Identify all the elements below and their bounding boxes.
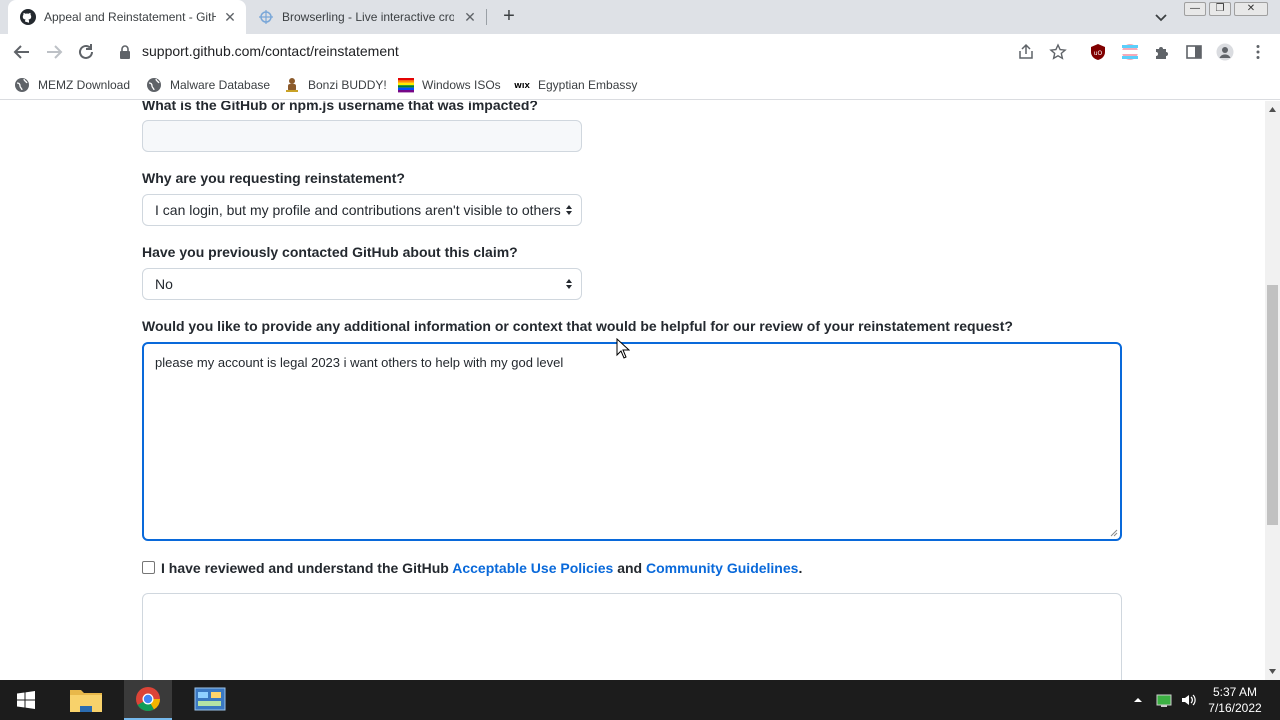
- tab-strip: Appeal and Reinstatement - GitHub ✕ Brow…: [0, 0, 1280, 34]
- select-arrows-icon: [566, 205, 572, 215]
- windows-taskbar: 5:37 AM 7/16/2022: [0, 680, 1280, 720]
- community-guidelines-link[interactable]: Community Guidelines: [646, 560, 798, 576]
- bookmark-label: MEMZ Download: [38, 78, 131, 92]
- wix-text: WIX: [514, 82, 530, 90]
- mouse-cursor-icon: [616, 338, 630, 359]
- policy-suffix: .: [798, 560, 803, 576]
- back-arrow-icon[interactable]: [11, 41, 33, 63]
- scroll-down-arrow-icon[interactable]: [1268, 667, 1277, 676]
- minimize-window-icon[interactable]: —: [1184, 2, 1206, 16]
- scroll-up-arrow-icon[interactable]: [1268, 105, 1277, 114]
- windows-start-icon: [17, 691, 35, 709]
- wix-icon: WIX: [514, 82, 530, 90]
- extensions-puzzle-icon[interactable]: [1153, 43, 1171, 61]
- tab-search-chevron-icon[interactable]: [1152, 8, 1170, 26]
- page-scrollbar[interactable]: [1265, 101, 1280, 680]
- bookmarks-bar: MEMZ Download Malware Database Bonzi BUD…: [0, 70, 1280, 100]
- file-explorer-icon: [70, 690, 102, 712]
- extension-flag-icon[interactable]: [1121, 43, 1139, 61]
- tab-browserling[interactable]: Browserling - Live interactive cross-bro…: [248, 0, 486, 34]
- control-panel-icon: [194, 687, 226, 711]
- policy-and: and: [617, 560, 643, 576]
- policy-checkbox[interactable]: [142, 561, 155, 574]
- new-tab-plus-icon[interactable]: +: [498, 5, 520, 27]
- bookmark-label: Bonzi BUDDY!: [308, 78, 387, 92]
- profile-avatar-icon[interactable]: [1216, 43, 1234, 61]
- globe-icon: [147, 78, 161, 92]
- bookmark-label: Egyptian Embassy: [538, 78, 638, 92]
- github-icon: [20, 9, 36, 25]
- network-icon[interactable]: [1156, 692, 1172, 708]
- contacted-label: Have you previously contacted GitHub abo…: [142, 244, 518, 260]
- globe-icon: [15, 78, 29, 92]
- tray-chevron-up-icon[interactable]: [1130, 692, 1146, 708]
- reason-selected-value: I can login, but my profile and contribu…: [155, 202, 561, 218]
- side-panel-icon[interactable]: [1185, 43, 1203, 61]
- bookmark-star-icon[interactable]: [1049, 43, 1067, 61]
- bonzi-icon: [286, 78, 298, 92]
- resize-grip-icon[interactable]: [1110, 529, 1118, 537]
- bookmark-malware-database[interactable]: Malware Database: [146, 76, 270, 94]
- address-bar-url[interactable]: support.github.com/contact/reinstatement: [142, 43, 399, 59]
- taskbar-clock[interactable]: 5:37 AM 7/16/2022: [1198, 684, 1272, 716]
- policy-statement: I have reviewed and understand the GitHu…: [161, 560, 802, 576]
- share-icon[interactable]: [1017, 43, 1035, 61]
- username-label: What is the GitHub or npm.js username th…: [142, 101, 538, 113]
- contacted-selected-value: No: [155, 276, 173, 292]
- browser-toolbar: support.github.com/contact/reinstatement…: [0, 34, 1280, 70]
- tab-title: Appeal and Reinstatement - GitHub: [44, 10, 216, 24]
- select-arrows-icon: [566, 279, 572, 289]
- close-window-icon[interactable]: ✕: [1234, 2, 1268, 16]
- bookmark-bonzi-buddy[interactable]: Bonzi BUDDY!: [284, 76, 387, 94]
- start-button[interactable]: [2, 680, 50, 720]
- rainbow-flag-icon: [398, 78, 414, 93]
- chrome-taskbar-button[interactable]: [124, 680, 172, 720]
- volume-icon[interactable]: [1180, 692, 1196, 708]
- page-content: What is the GitHub or npm.js username th…: [0, 101, 1280, 680]
- captcha-frame[interactable]: [142, 593, 1122, 680]
- kebab-menu-icon[interactable]: [1249, 43, 1267, 61]
- contacted-select[interactable]: No: [142, 268, 582, 300]
- chrome-icon: [136, 687, 160, 712]
- svg-text:uO: uO: [1094, 50, 1103, 57]
- close-tab-icon[interactable]: ✕: [222, 9, 238, 25]
- bookmark-egyptian-embassy[interactable]: WIX Egyptian Embassy: [514, 76, 637, 94]
- restore-window-icon[interactable]: ❐: [1209, 2, 1231, 16]
- details-text: please my account is legal 2023 i want o…: [155, 355, 564, 370]
- clock-date: 7/16/2022: [1208, 701, 1262, 715]
- tab-appeal-reinstatement[interactable]: Appeal and Reinstatement - GitHub ✕: [8, 0, 246, 34]
- ublock-icon[interactable]: uO: [1089, 43, 1107, 61]
- scroll-thumb[interactable]: [1267, 285, 1278, 525]
- reason-select[interactable]: I can login, but my profile and contribu…: [142, 194, 582, 226]
- forward-arrow-icon[interactable]: [43, 41, 65, 63]
- username-input[interactable]: [142, 120, 582, 152]
- tab-separator: [486, 9, 487, 25]
- details-label: Would you like to provide any additional…: [142, 318, 1013, 334]
- bookmark-memz-download[interactable]: MEMZ Download: [14, 76, 130, 94]
- lock-icon[interactable]: [118, 44, 132, 60]
- reload-icon[interactable]: [75, 41, 97, 63]
- policy-prefix: I have reviewed and understand the GitHu…: [161, 560, 449, 576]
- browserling-icon: [259, 10, 273, 24]
- file-explorer-button[interactable]: [62, 680, 110, 720]
- acceptable-use-policies-link[interactable]: Acceptable Use Policies: [452, 560, 613, 576]
- bookmark-windows-isos[interactable]: Windows ISOs: [398, 76, 501, 94]
- close-tab-icon[interactable]: ✕: [462, 9, 478, 25]
- clock-time: 5:37 AM: [1212, 685, 1258, 699]
- bookmark-label: Malware Database: [170, 78, 271, 92]
- reason-label: Why are you requesting reinstatement?: [142, 170, 405, 186]
- control-panel-button[interactable]: [186, 680, 234, 720]
- tab-title: Browserling - Live interactive cross-bro…: [282, 10, 454, 24]
- bookmark-label: Windows ISOs: [422, 78, 501, 92]
- details-textarea[interactable]: please my account is legal 2023 i want o…: [142, 342, 1122, 541]
